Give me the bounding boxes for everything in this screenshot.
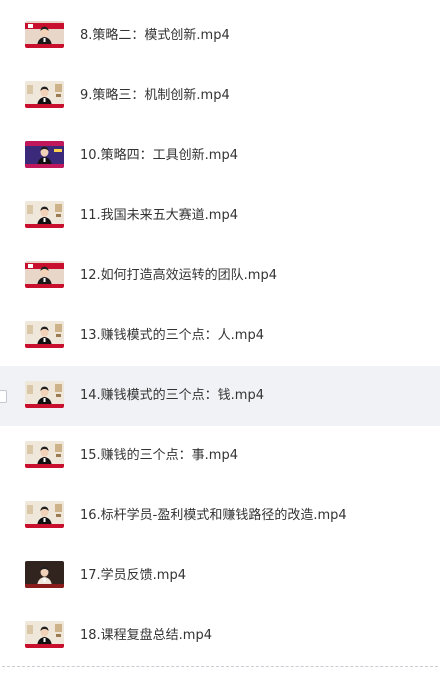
file-name[interactable]: 15.赚钱的三个点：事.mp4 (80, 426, 238, 486)
file-row[interactable]: 9.策略三：机制创新.mp4 (0, 66, 440, 126)
file-name[interactable]: 10.策略四：工具创新.mp4 (80, 126, 238, 186)
file-row[interactable]: 16.标杆学员-盈利模式和赚钱路径的改造.mp4 (0, 486, 440, 546)
file-row[interactable]: 12.如何打造高效运转的团队.mp4 (0, 246, 440, 306)
file-name[interactable]: 12.如何打造高效运转的团队.mp4 (80, 246, 277, 306)
file-name[interactable]: 13.赚钱模式的三个点：人.mp4 (80, 306, 264, 366)
file-row[interactable]: 11.我国未来五大赛道.mp4 (0, 186, 440, 246)
video-thumbnail (25, 261, 64, 288)
video-thumbnail (25, 381, 64, 408)
file-row[interactable]: 18.课程复盘总结.mp4 (0, 606, 440, 666)
video-thumbnail (25, 141, 64, 168)
file-name[interactable]: 9.策略三：机制创新.mp4 (80, 66, 230, 126)
file-name[interactable]: 14.赚钱模式的三个点：钱.mp4 (80, 366, 264, 426)
video-thumbnail (25, 81, 64, 108)
file-row[interactable]: 10.策略四：工具创新.mp4 (0, 126, 440, 186)
video-thumbnail (25, 441, 64, 468)
file-name[interactable]: 18.课程复盘总结.mp4 (80, 606, 212, 666)
file-name[interactable]: 16.标杆学员-盈利模式和赚钱路径的改造.mp4 (80, 486, 347, 546)
file-list: 8.策略二：模式创新.mp4 9.策略三：机制创新.mp4 10.策略四：工具创新.… (0, 6, 440, 666)
file-row[interactable]: 15.赚钱的三个点：事.mp4 (0, 426, 440, 486)
video-thumbnail (25, 621, 64, 648)
file-row[interactable]: 14.赚钱模式的三个点：钱.mp4 (0, 366, 440, 426)
video-thumbnail (25, 561, 64, 588)
file-row[interactable]: 8.策略二：模式创新.mp4 (0, 6, 440, 66)
video-thumbnail (25, 21, 64, 48)
video-thumbnail (25, 321, 64, 348)
file-name[interactable]: 8.策略二：模式创新.mp4 (80, 6, 230, 66)
file-row[interactable]: 17.学员反馈.mp4 (0, 546, 440, 606)
video-thumbnail (25, 501, 64, 528)
video-thumbnail (25, 201, 64, 228)
select-checkbox[interactable] (0, 390, 7, 403)
file-name[interactable]: 11.我国未来五大赛道.mp4 (80, 186, 238, 246)
list-divider (2, 666, 438, 667)
file-name[interactable]: 17.学员反馈.mp4 (80, 546, 186, 606)
file-row[interactable]: 13.赚钱模式的三个点：人.mp4 (0, 306, 440, 366)
